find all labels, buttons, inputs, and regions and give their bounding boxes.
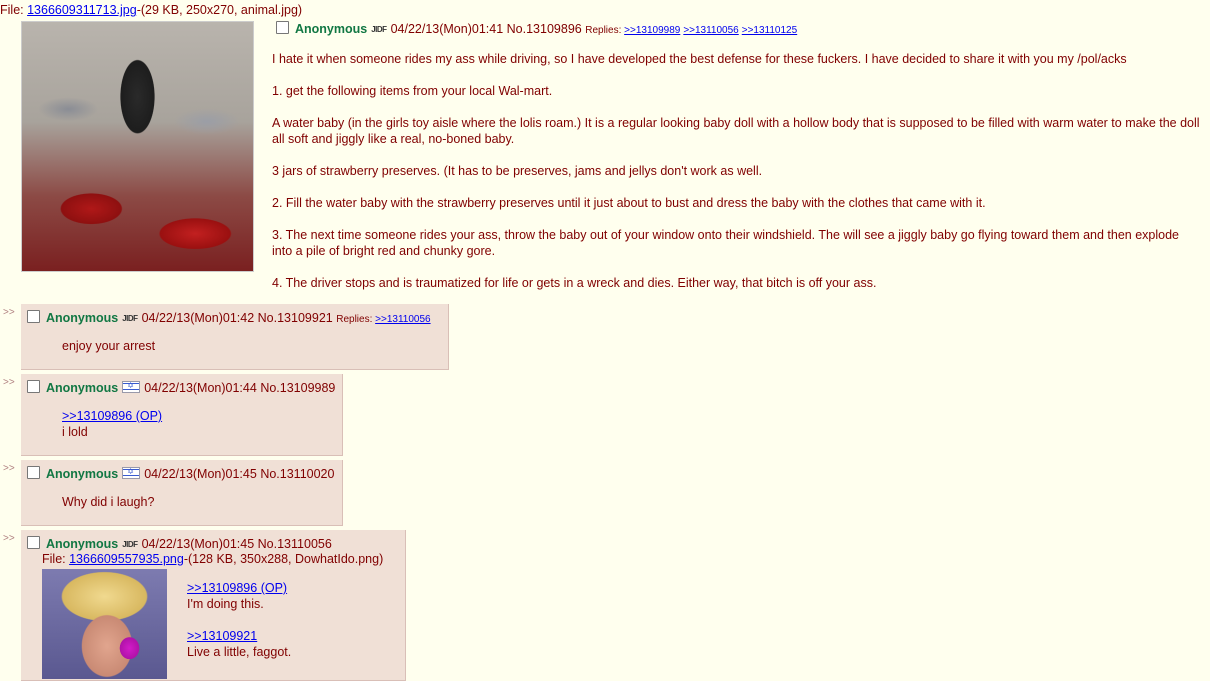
jidf-flag-icon: JIDF (122, 540, 138, 549)
select-checkbox[interactable] (27, 536, 40, 549)
post-number[interactable]: No.13110020 (260, 467, 334, 481)
reply-post: Anonymous JIDF 04/22/13(Mon)01:42 No.13109… (21, 304, 449, 370)
poster-name: Anonymous (46, 467, 119, 481)
select-checkbox[interactable] (27, 310, 40, 323)
op-select-checkbox[interactable] (276, 21, 289, 34)
reply-link[interactable]: >>13110056 (375, 314, 430, 325)
reply-file-link[interactable]: 1366609557935.png (69, 552, 184, 566)
body-paragraph: 2. Fill the water baby with the strawber… (272, 196, 986, 210)
reply-message: i lold (62, 425, 88, 439)
op-thumbnail-image[interactable] (21, 21, 254, 272)
reply-links: Replies: >>13110056 (336, 314, 433, 325)
reply-arrows: >> (3, 463, 15, 474)
reply-post: Anonymous04/22/13(Mon)01:45 No.13110020 … (21, 460, 343, 526)
post-datetime: 04/22/13(Mon)01:41 (390, 22, 504, 36)
jidf-flag-icon: JIDF (122, 314, 138, 323)
reply-link[interactable]: >>13110125 (742, 25, 797, 36)
reply-header: Anonymous JIDF 04/22/13(Mon)01:45 No.13110… (27, 536, 332, 551)
reply-arrows: >> (3, 307, 15, 318)
op-post-header: Anonymous JIDF 04/22/13(Mon)01:41 No.13109… (276, 21, 800, 36)
post-number[interactable]: No.13109896 (507, 22, 582, 36)
file-meta: -(29 KB, 250x270, animal.jpg) (136, 3, 303, 17)
file-meta: -(128 KB, 350x288, DowhatIdo.png) (183, 552, 384, 566)
reply-link[interactable]: >>13109989 (624, 25, 680, 36)
poster-name: Anonymous (46, 381, 119, 395)
jidf-flag-icon: JIDF (371, 25, 387, 34)
poster-name: Anonymous (46, 537, 119, 551)
file-label: File: (42, 552, 70, 566)
post-number[interactable]: No.13110056 (258, 537, 332, 551)
select-checkbox[interactable] (27, 466, 40, 479)
body-paragraph: 3 jars of strawberry preserves. (It has … (272, 164, 763, 178)
select-checkbox[interactable] (27, 380, 40, 393)
reply-message: enjoy your arrest (62, 339, 156, 353)
reply-arrows: >> (3, 533, 15, 544)
poster-name: Anonymous (46, 311, 119, 325)
body-paragraph: 3. The next time someone rides your ass,… (272, 228, 1179, 258)
quote-link[interactable]: >>13109921 (187, 628, 257, 644)
reply-header: Anonymous 04/22/13(Mon)01:45 No.13110020 (27, 466, 334, 481)
post-number[interactable]: No.13109921 (258, 311, 333, 325)
quote-link[interactable]: >>13109896 (OP) (187, 580, 287, 596)
quote-link[interactable]: >>13109896 (OP) (62, 408, 162, 424)
reply-post: Anonymous JIDF 04/22/13(Mon)01:45 No.13110… (21, 530, 406, 681)
file-label: File: (0, 3, 28, 17)
post-datetime: 04/22/13(Mon)01:45 (141, 537, 255, 551)
reply-header: Anonymous 04/22/13(Mon)01:44 No.13109989 (27, 380, 335, 395)
replies-label: Replies: (336, 314, 373, 325)
reply-thumbnail-image[interactable] (42, 569, 167, 679)
israel-flag-icon (122, 467, 141, 479)
reply-message: Why did i laugh? (62, 495, 155, 509)
poster-name: Anonymous (295, 22, 368, 36)
reply-post: Anonymous04/22/13(Mon)01:44 No.13109989 … (21, 374, 343, 456)
body-paragraph: 4. The driver stops and is traumatized f… (272, 276, 877, 290)
reply-arrows: >> (3, 377, 15, 388)
body-paragraph: I hate it when someone rides my ass whil… (272, 52, 1127, 66)
reply-links: Replies: >>13109989 >>13110056 >>13110125 (585, 25, 800, 36)
post-datetime: 04/22/13(Mon)01:44 (144, 381, 257, 395)
op-file-info: File: 1366609311713.jpg-(29 KB, 250x270,… (0, 3, 302, 17)
op-post-body: I hate it when someone rides my ass whil… (272, 51, 1202, 307)
post-datetime: 04/22/13(Mon)01:45 (144, 467, 257, 481)
replies-label: Replies: (585, 25, 622, 36)
reply-file-info: File: 1366609557935.png-(128 KB, 350x288… (42, 552, 383, 566)
op-file-link[interactable]: 1366609311713.jpg (27, 3, 137, 17)
body-paragraph: 1. get the following items from your loc… (272, 84, 553, 98)
reply-header: Anonymous JIDF 04/22/13(Mon)01:42 No.13109… (27, 310, 434, 325)
body-paragraph: A water baby (in the girls toy aisle whe… (272, 116, 1200, 146)
reply-message: I'm doing this. (187, 597, 264, 611)
post-number[interactable]: No.13109989 (260, 381, 335, 395)
reply-message: Live a little, faggot. (187, 645, 292, 659)
israel-flag-icon (122, 381, 141, 393)
reply-link[interactable]: >>13110056 (683, 25, 738, 36)
post-datetime: 04/22/13(Mon)01:42 (141, 311, 255, 325)
